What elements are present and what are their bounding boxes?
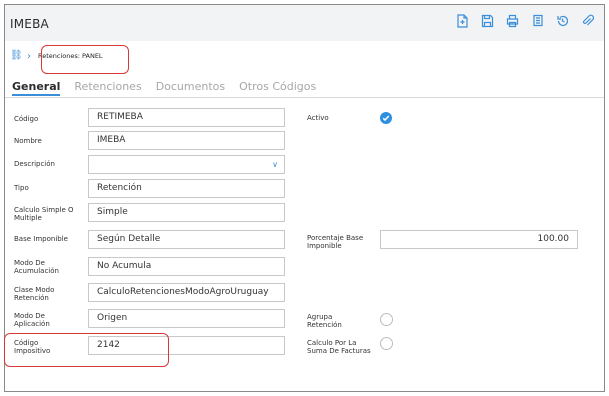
tab-documentos[interactable]: Documentos bbox=[156, 80, 225, 96]
tab-otros-codigos[interactable]: Otros Códigos bbox=[239, 80, 316, 96]
nombre-label: Nombre bbox=[14, 137, 42, 145]
modo-aplicacion-label: Modo De Aplicación bbox=[14, 312, 50, 328]
attach-icon[interactable] bbox=[580, 13, 595, 28]
base-imponible-label: Base Imponible bbox=[14, 235, 68, 243]
history-icon[interactable] bbox=[555, 13, 570, 28]
chevron-down-icon[interactable]: ∨ bbox=[272, 156, 278, 173]
activo-checkbox[interactable] bbox=[380, 112, 392, 124]
codigo-label: Código bbox=[14, 115, 39, 123]
print-icon[interactable] bbox=[505, 13, 520, 28]
page-title: IMEBA bbox=[10, 17, 49, 31]
calculo-suma-label: Calculo Por La Suma De Facturas bbox=[307, 339, 371, 355]
tab-divider bbox=[5, 97, 604, 98]
check-icon bbox=[382, 115, 390, 122]
agrupa-retencion-toggle[interactable] bbox=[380, 313, 393, 326]
copy-icon[interactable] bbox=[530, 13, 545, 28]
descripcion-select[interactable]: ∨ bbox=[88, 155, 285, 174]
calculo-suma-toggle[interactable] bbox=[380, 337, 393, 350]
clase-modo-label: Clase Modo Retención bbox=[14, 286, 55, 302]
porcentaje-base-input[interactable]: 100.00 bbox=[380, 230, 578, 249]
descripcion-label: Descripción bbox=[14, 160, 55, 168]
clase-modo-input[interactable]: CalculoRetencionesModoAgroUruguay bbox=[88, 283, 285, 302]
link-icon[interactable]: ⛓ bbox=[10, 50, 23, 62]
tab-bar: General Retenciones Documentos Otros Cód… bbox=[12, 80, 316, 96]
codigo-input[interactable]: RETIMEBA bbox=[88, 108, 285, 127]
calculo-simple-label: Calculo Simple O Multiple bbox=[14, 206, 74, 222]
tab-retenciones[interactable]: Retenciones bbox=[74, 80, 141, 96]
highlight-breadcrumb bbox=[41, 45, 129, 74]
porcentaje-base-label: Porcentaje Base Imponible bbox=[307, 234, 364, 250]
base-imponible-input[interactable]: Según Detalle bbox=[88, 230, 285, 249]
toolbar bbox=[455, 13, 595, 28]
nombre-input[interactable]: IMEBA bbox=[88, 131, 285, 150]
tipo-input[interactable]: Retención bbox=[88, 179, 285, 198]
modo-acumulacion-label: Modo De Acumulación bbox=[14, 259, 59, 275]
tipo-label: Tipo bbox=[14, 184, 29, 192]
calculo-simple-input[interactable]: Simple bbox=[88, 203, 285, 222]
tab-general[interactable]: General bbox=[12, 80, 61, 96]
modo-acumulacion-input[interactable]: No Acumula bbox=[88, 257, 285, 276]
breadcrumb-separator: › bbox=[27, 50, 31, 62]
highlight-codigo-impositivo bbox=[4, 333, 169, 367]
modo-aplicacion-input[interactable]: Origen bbox=[88, 309, 285, 328]
save-icon[interactable] bbox=[480, 13, 495, 28]
new-document-icon[interactable] bbox=[455, 13, 470, 28]
agrupa-retencion-label: Agrupa Retención bbox=[307, 313, 342, 329]
activo-label: Activo bbox=[307, 114, 329, 122]
